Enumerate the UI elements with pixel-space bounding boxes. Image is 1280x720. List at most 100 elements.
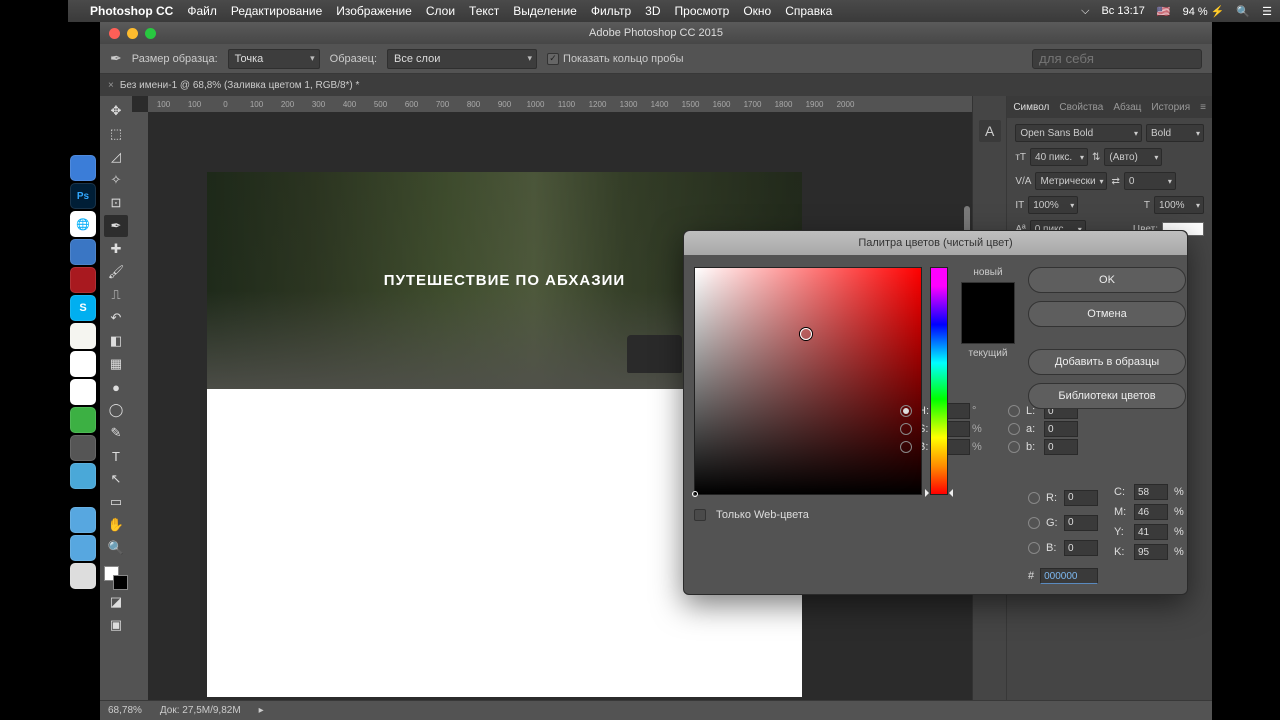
kerning-dropdown[interactable]: Метрически — [1035, 172, 1107, 190]
path-select-tool[interactable]: ↖ — [104, 468, 128, 490]
quickmask-tool[interactable]: ◪ — [104, 591, 128, 613]
color-cursor[interactable] — [800, 328, 812, 340]
h-radio[interactable] — [900, 405, 912, 417]
brush-tool[interactable]: 🖌 — [104, 261, 128, 283]
background-swatch[interactable] — [113, 575, 128, 590]
g-input[interactable] — [1064, 515, 1098, 531]
menu-image[interactable]: Изображение — [336, 4, 412, 18]
dock-textedit-icon[interactable] — [70, 323, 96, 349]
menu-file[interactable]: Файл — [187, 4, 217, 18]
dialog-title[interactable]: Палитра цветов (чистый цвет) — [684, 231, 1187, 255]
g-radio[interactable] — [1028, 517, 1040, 529]
gradient-tool[interactable]: ▦ — [104, 353, 128, 375]
dock-chrome-icon[interactable]: 🌐 — [70, 211, 96, 237]
menu-extras-icon[interactable]: ☰ — [1262, 5, 1272, 18]
dock-filezilla-icon[interactable] — [70, 267, 96, 293]
ruler-vertical[interactable] — [132, 112, 148, 700]
dock-folder2-icon[interactable] — [70, 535, 96, 561]
history-brush-tool[interactable]: ↶ — [104, 307, 128, 329]
dock-app4-icon[interactable] — [70, 407, 96, 433]
dock-trash-icon[interactable] — [70, 563, 96, 589]
leading-dropdown[interactable]: (Авто) — [1104, 148, 1162, 166]
search-input[interactable] — [1032, 49, 1202, 69]
eyedropper-tool[interactable]: ✒ — [104, 215, 128, 237]
battery-status[interactable]: 94 % ⚡ — [1183, 5, 1225, 18]
blur-tool[interactable]: ● — [104, 376, 128, 398]
font-style-dropdown[interactable]: Bold — [1146, 124, 1204, 142]
zoom-tool[interactable]: 🔍 — [104, 537, 128, 559]
tracking-dropdown[interactable]: 0 — [1124, 172, 1176, 190]
dock-photoshop-icon[interactable]: Ps — [70, 183, 96, 209]
dock-folder-icon[interactable] — [70, 507, 96, 533]
wand-tool[interactable]: ✧ — [104, 169, 128, 191]
menu-text[interactable]: Текст — [469, 4, 499, 18]
dock-app-icon[interactable] — [70, 239, 96, 265]
cancel-button[interactable]: Отмена — [1028, 301, 1186, 327]
color-preview[interactable] — [961, 282, 1015, 344]
web-colors-checkbox[interactable]: Только Web-цвета — [694, 509, 948, 521]
shape-tool[interactable]: ▭ — [104, 491, 128, 513]
menu-3d[interactable]: 3D — [645, 4, 660, 18]
dock-finder-icon[interactable] — [70, 155, 96, 181]
ok-button[interactable]: OK — [1028, 267, 1186, 293]
menu-layers[interactable]: Слои — [426, 4, 455, 18]
status-arrow-icon[interactable]: ▸ — [259, 705, 264, 716]
dock-skype-icon[interactable]: S — [70, 295, 96, 321]
show-ring-checkbox[interactable]: ✓Показать кольцо пробы — [547, 53, 684, 65]
c-input[interactable] — [1134, 484, 1168, 500]
input-source[interactable]: 🇺🇸 — [1157, 5, 1171, 18]
panel-menu-icon[interactable]: ≡ — [1200, 102, 1206, 113]
crop-tool[interactable]: ⊡ — [104, 192, 128, 214]
menu-filter[interactable]: Фильтр — [591, 4, 631, 18]
doc-size[interactable]: Док: 27,5M/9,82M — [160, 705, 241, 716]
hscale-input[interactable]: 100% — [1154, 196, 1204, 214]
hue-slider[interactable] — [930, 267, 948, 495]
tab-character[interactable]: Символ — [1013, 102, 1049, 113]
marquee-tool[interactable]: ⬚ — [104, 123, 128, 145]
ruler-horizontal[interactable]: 1001000100200300400500600700800900100011… — [148, 96, 972, 112]
m-input[interactable] — [1134, 504, 1168, 520]
bluetooth-icon[interactable]: ⌵ — [1081, 5, 1089, 18]
font-family-dropdown[interactable]: Open Sans Bold — [1015, 124, 1142, 142]
tool-preset-icon[interactable]: ✒ — [110, 50, 122, 67]
a-radio[interactable] — [1008, 423, 1020, 435]
sample-layers-dropdown[interactable]: Все слои — [387, 49, 537, 69]
l-radio[interactable] — [1008, 405, 1020, 417]
color-swatches[interactable] — [104, 566, 128, 590]
add-swatch-button[interactable]: Добавить в образцы — [1028, 349, 1186, 375]
sample-size-dropdown[interactable]: Точка — [228, 49, 320, 69]
hand-tool[interactable]: ✋ — [104, 514, 128, 536]
type-tool[interactable]: T — [104, 445, 128, 467]
tab-paragraph[interactable]: Абзац — [1113, 102, 1141, 113]
hex-input[interactable] — [1040, 568, 1098, 584]
tab-properties[interactable]: Свойства — [1059, 102, 1103, 113]
k-input[interactable] — [1134, 544, 1168, 560]
s-radio[interactable] — [900, 423, 912, 435]
b-radio[interactable] — [900, 441, 912, 453]
pen-tool[interactable]: ✎ — [104, 422, 128, 444]
r-radio[interactable] — [1028, 492, 1040, 504]
b2-input[interactable] — [1064, 540, 1098, 556]
saturation-brightness-field[interactable] — [694, 267, 922, 495]
screenmode-tool[interactable]: ▣ — [104, 614, 128, 636]
vscale-input[interactable]: 100% — [1028, 196, 1078, 214]
menu-help[interactable]: Справка — [785, 4, 832, 18]
menu-window[interactable]: Окно — [743, 4, 771, 18]
lasso-tool[interactable]: ◿ — [104, 146, 128, 168]
dock-settings-icon[interactable] — [70, 435, 96, 461]
menu-edit[interactable]: Редактирование — [231, 4, 322, 18]
stamp-tool[interactable]: ⎍ — [104, 284, 128, 306]
dock-app5-icon[interactable] — [70, 463, 96, 489]
dock-app3-icon[interactable] — [70, 379, 96, 405]
dodge-tool[interactable]: ◯ — [104, 399, 128, 421]
r-input[interactable] — [1064, 490, 1098, 506]
spotlight-icon[interactable]: 🔍 — [1236, 5, 1250, 18]
b2-radio[interactable] — [1028, 542, 1040, 554]
character-panel-icon[interactable]: A — [979, 120, 1001, 142]
eraser-tool[interactable]: ◧ — [104, 330, 128, 352]
zoom-level[interactable]: 68,78% — [108, 705, 142, 716]
y-input[interactable] — [1134, 524, 1168, 540]
move-tool[interactable]: ✥ — [104, 100, 128, 122]
lab-b-radio[interactable] — [1008, 441, 1020, 453]
font-size-dropdown[interactable]: 40 пикс. — [1030, 148, 1088, 166]
